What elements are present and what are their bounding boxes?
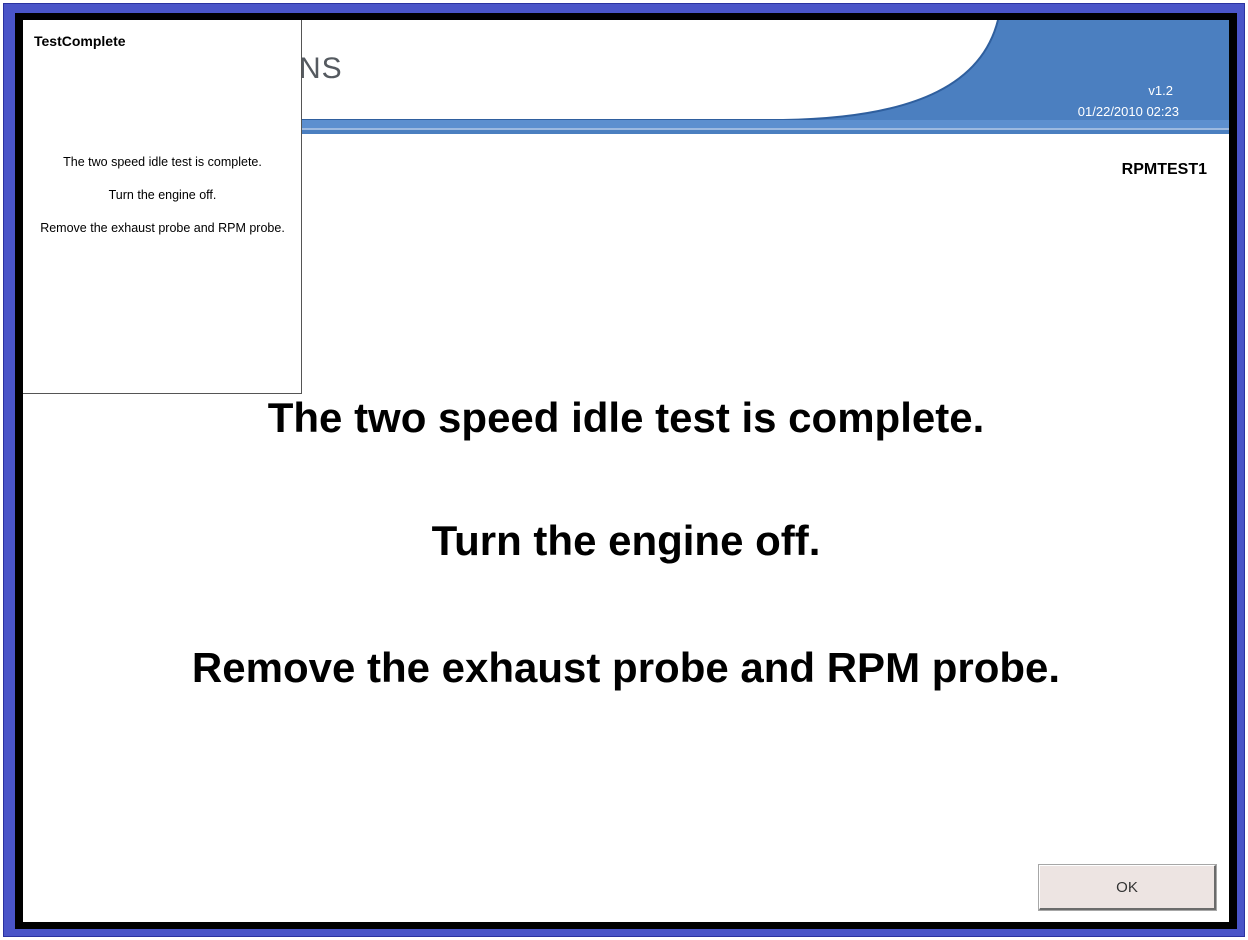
app-screen: NS v1.2 01/22/2010 02:23 RPMTEST1 The tw…	[23, 20, 1229, 922]
ok-button[interactable]: OK	[1038, 864, 1217, 911]
popup-line-1: The two speed idle test is complete.	[63, 155, 262, 169]
brand-logo-text: NS	[299, 52, 343, 85]
test-complete-popup: TestComplete The two speed idle test is …	[23, 20, 302, 394]
popup-body: The two speed idle test is complete. Tur…	[33, 154, 292, 253]
popup-title: TestComplete	[34, 33, 126, 49]
popup-line-2: Turn the engine off.	[108, 188, 217, 202]
datetime-label: 01/22/2010 02:23	[1077, 104, 1179, 119]
main-message-3: Remove the exhaust probe and RPM probe.	[191, 644, 1061, 691]
main-message-1: The two speed idle test is complete.	[267, 394, 985, 441]
popup-line-3: Remove the exhaust probe and RPM probe.	[40, 221, 285, 235]
screen-id-label: RPMTEST1	[1121, 161, 1207, 178]
main-message-2: Turn the engine off.	[431, 517, 821, 564]
version-label: v1.2	[1148, 83, 1173, 98]
